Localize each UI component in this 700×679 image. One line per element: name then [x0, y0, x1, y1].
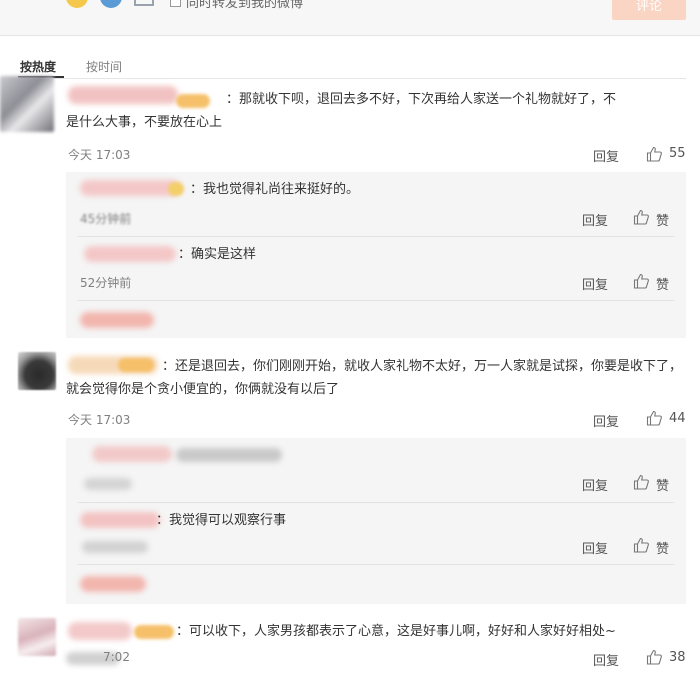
thumbs-up-icon[interactable] — [646, 410, 662, 426]
repost-checkbox[interactable] — [170, 0, 181, 7]
divider — [78, 502, 674, 503]
thumbs-up-icon[interactable] — [633, 474, 649, 490]
comment-time: 7:02 — [103, 650, 130, 664]
blurred-more-replies-link[interactable] — [80, 312, 154, 328]
comment-text: ：可以收下，人家男孩都表示了心意，这是好事儿啊，好好和人家好好相处~ — [176, 624, 616, 639]
post-comment-button[interactable]: 评论 — [612, 0, 686, 20]
reply-text: ：我也觉得礼尚往来挺好的。 — [190, 182, 360, 197]
comment-time: 今天 17:03 — [68, 148, 131, 162]
thumbs-up-icon[interactable] — [633, 537, 649, 553]
thumbs-up-icon[interactable] — [646, 649, 662, 665]
avatar[interactable] — [18, 618, 56, 656]
blurred-emoji — [168, 182, 184, 196]
like-count: 44 — [669, 411, 686, 426]
repost-checkbox-label: 同时转发到我的微博 — [186, 0, 304, 11]
like-label[interactable]: 赞 — [656, 538, 669, 557]
comment-time: 今天 17:03 — [68, 413, 131, 427]
blurred-username[interactable] — [80, 512, 160, 528]
blurred-username[interactable] — [80, 180, 180, 196]
reply-time: 52分钟前 — [80, 276, 132, 290]
blurred-username[interactable] — [84, 246, 176, 262]
blurred-username[interactable] — [92, 446, 172, 462]
reply-button[interactable]: 回复 — [593, 146, 619, 165]
reply-button[interactable]: 回复 — [582, 210, 608, 229]
picture-icon[interactable] — [134, 0, 154, 6]
like-label[interactable]: 赞 — [656, 475, 669, 494]
reply-button[interactable]: 回复 — [582, 538, 608, 557]
divider — [78, 564, 674, 565]
blurred-more-replies-link[interactable] — [80, 576, 146, 592]
avatar[interactable] — [18, 352, 56, 390]
divider — [78, 300, 674, 301]
thumbs-up-icon[interactable] — [633, 209, 649, 225]
reply-button[interactable]: 回复 — [582, 475, 608, 494]
comment-text: ：还是退回去，你们刚刚开始，就收人家礼物不太好，万一人家就是试探，你要是收下了，… — [66, 359, 683, 397]
divider — [78, 236, 674, 237]
comment-text: ：那就收下呗，退回去多不好，下次再给人家送一个礼物就好了，不是什么大事，不要放在… — [66, 92, 617, 130]
like-label[interactable]: 赞 — [656, 210, 669, 229]
reply-text: ：我觉得可以观察行事 — [156, 513, 287, 528]
fan-badge — [134, 625, 174, 639]
reply-button[interactable]: 回复 — [582, 274, 608, 293]
like-label[interactable]: 赞 — [656, 274, 669, 293]
like-count: 55 — [669, 146, 686, 161]
reply-button[interactable]: 回复 — [593, 411, 619, 430]
topic-icon[interactable] — [100, 0, 122, 8]
tab-sort-time[interactable]: 按时间 — [86, 58, 122, 75]
reply-time: 45分钟前 — [80, 212, 132, 226]
blurred-reply-time — [82, 541, 148, 553]
emoji-icon[interactable] — [66, 0, 88, 8]
thumbs-up-icon[interactable] — [646, 146, 662, 162]
comment-composer: 同时转发到我的微博 评论 — [0, 0, 700, 36]
reply-button[interactable]: 回复 — [593, 650, 619, 669]
like-count: 38 — [669, 650, 686, 665]
reply-text: ：确实是这样 — [178, 247, 257, 262]
blurred-reply-text — [176, 448, 282, 462]
divider — [14, 78, 686, 79]
blurred-username[interactable] — [68, 622, 132, 640]
tab-sort-hot[interactable]: 按热度 — [20, 58, 56, 75]
avatar[interactable] — [0, 76, 54, 132]
thumbs-up-icon[interactable] — [633, 273, 649, 289]
sort-tabs: 按热度 按时间 — [0, 42, 700, 79]
blurred-reply-time — [84, 478, 132, 490]
